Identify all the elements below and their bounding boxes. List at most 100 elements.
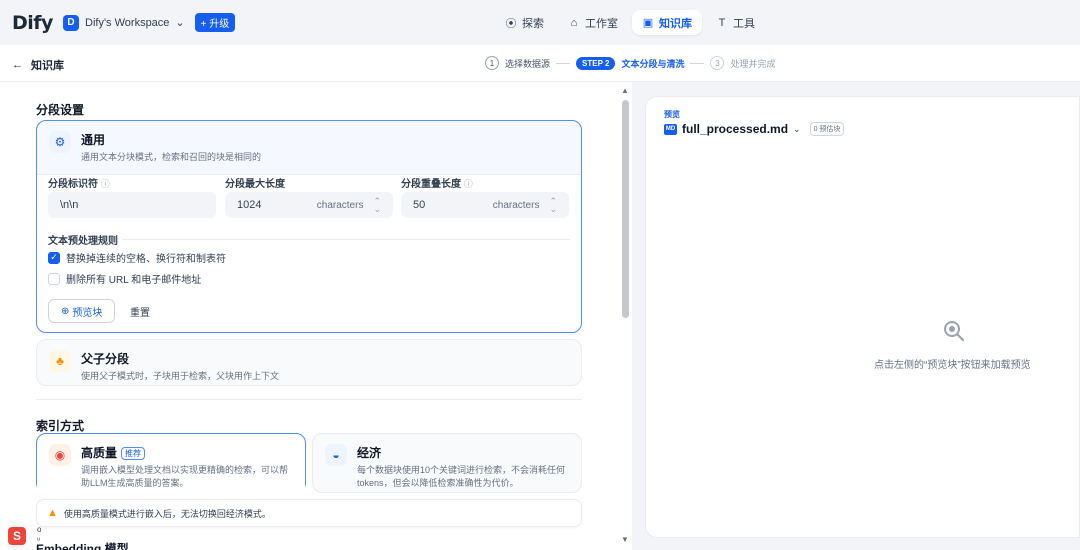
info-icon: ⓘ: [100, 179, 110, 189]
separator-input[interactable]: \n\n: [48, 192, 216, 218]
target-icon: ◉: [49, 444, 71, 466]
warning-text: 使用高质量模式进行嵌入后，无法切换回经济模式。: [63, 508, 271, 519]
preview-label: 预览: [664, 110, 680, 119]
settings-panel: 分段设置 ⚙ 通用 通用文本分块模式，检索和召回的块是相同的 分段标识符 ⓘ 分…: [0, 82, 632, 550]
empty-preview-text: 点击左侧的“预览块”按钮来加载预览: [874, 360, 1031, 371]
overlap-input[interactable]: 50 characters ⌃ ⌄: [401, 192, 569, 218]
nav-studio[interactable]: ⌂ 工作室: [558, 10, 628, 35]
reset-button[interactable]: 重置: [118, 299, 162, 323]
file-name: full_processed.md: [682, 122, 789, 136]
dify-logo[interactable]: Dify: [12, 12, 53, 34]
stepper-chevrons-icon[interactable]: ⌃ ⌄: [549, 197, 557, 214]
economy-title: 经济: [357, 446, 382, 460]
arrow-left-icon: ←: [12, 59, 23, 71]
book-icon: ▣: [642, 17, 654, 29]
step-divider: [556, 62, 571, 64]
separator-label: 分段标识符 ⓘ: [48, 179, 110, 190]
rules-divider: [122, 239, 570, 240]
rule-remove-urls[interactable]: 删除所有 URL 和电子邮件地址: [48, 271, 201, 286]
separator-value: \n\n: [60, 199, 79, 211]
scroll-up-arrow-icon[interactable]: ▲: [621, 86, 629, 95]
search-preview-icon: [944, 321, 965, 342]
rule-label: 删除所有 URL 和电子邮件地址: [66, 275, 202, 286]
recommend-tag: 推荐: [121, 447, 146, 460]
search-icon: ⊕: [61, 305, 70, 317]
nav-knowledge-label: 知识库: [659, 17, 692, 30]
app-s-icon[interactable]: S: [8, 527, 26, 545]
nav-explore[interactable]: ⦿ 探索: [495, 10, 554, 35]
index-warning: ▲ 使用高质量模式进行嵌入后，无法切换回经济模式。: [36, 499, 582, 527]
rules-title: 文本预处理规则: [48, 236, 118, 247]
general-mode-desc: 通用文本分块模式，检索和召回的块是相同的: [81, 152, 262, 162]
general-mode-header: ⚙ 通用 通用文本分块模式，检索和召回的块是相同的: [37, 121, 581, 175]
step-1-number: 1: [485, 56, 499, 70]
sub-header: ← 知识库 1 选择数据源 STEP 2 文本分段与清洗 3 处理并完成: [0, 45, 1080, 82]
max-length-label: 分段最大长度: [225, 179, 285, 190]
step-3-number: 3: [710, 56, 725, 70]
stepper-chevrons-icon[interactable]: ⌃ ⌄: [373, 197, 381, 214]
workspace-name: Dify's Workspace: [85, 16, 170, 29]
warning-icon: ▲: [47, 507, 58, 519]
step-3-label: 处理并完成: [730, 58, 776, 69]
compass-icon: ⦿: [505, 17, 517, 30]
general-mode-title: 通用: [81, 133, 106, 147]
section-divider: [36, 399, 582, 400]
scrollbar-thumb[interactable]: [622, 100, 629, 318]
unit-label: characters: [492, 199, 540, 211]
nav-tools-label: 工具: [733, 17, 755, 30]
step-divider: [690, 62, 705, 64]
parent-child-desc: 使用父子模式时，子块用于检索，父块用作上下文: [81, 371, 280, 381]
preview-chunks-button[interactable]: ⊕ 预览块: [48, 299, 116, 323]
back-label: 知识库: [31, 60, 64, 72]
index-section-title: 索引方式: [36, 419, 85, 433]
chunk-count-badge: 0 预估块: [809, 122, 845, 136]
main-nav: ⦿ 探索 ⌂ 工作室 ▣ 知识库 T 工具: [495, 10, 765, 35]
chevron-down-icon: ⌄: [793, 123, 801, 134]
overlay-glyph-icon: oᵤ: [37, 525, 42, 542]
nav-tools[interactable]: T 工具: [706, 10, 765, 35]
overlap-label: 分段重叠长度 ⓘ: [401, 179, 473, 190]
nav-knowledge[interactable]: ▣ 知识库: [632, 10, 702, 35]
step-2-label: 文本分段与清洗: [621, 58, 685, 69]
economy-card[interactable]: ◒ 经济 每个数据块使用10个关键词进行检索，不会消耗任何tokens，但会以降…: [312, 433, 582, 493]
economy-desc: 每个数据块使用10个关键词进行检索，不会消耗任何tokens，但会以降低检索准确…: [357, 465, 566, 488]
preview-chunks-label: 预览块: [72, 307, 103, 319]
nav-studio-label: 工作室: [585, 17, 618, 30]
tool-icon: T: [718, 16, 726, 29]
parent-child-mode-card[interactable]: ♣ 父子分段 使用父子模式时，子块用于检索，父块用作上下文: [36, 339, 582, 386]
piggy-bank-icon: ◒: [325, 444, 347, 466]
parent-child-title: 父子分段: [81, 352, 130, 366]
high-quality-title: 高质量 推荐: [81, 444, 293, 461]
workspace-switcher[interactable]: D Dify's Workspace ⌄ + 升级: [63, 13, 236, 32]
upgrade-button[interactable]: + 升级: [194, 13, 236, 32]
high-quality-header: ◉ 高质量 推荐 调用嵌入模型处理文档以实现更精确的检索，可以帮助LLM生成高质量…: [37, 434, 305, 500]
workspace-avatar: D: [63, 14, 79, 31]
embedding-model-title: Embedding 模型: [36, 542, 129, 550]
rule-label: 替换掉连续的空格、换行符和制表符: [66, 254, 226, 265]
markdown-file-icon: MD: [664, 123, 677, 135]
unit-label: characters: [316, 199, 364, 211]
segmentation-section-title: 分段设置: [36, 103, 85, 117]
checkbox-checked-icon[interactable]: ✓: [48, 251, 60, 264]
top-navbar: Dify D Dify's Workspace ⌄ + 升级 ⦿ 探索 ⌂ 工作…: [0, 0, 1080, 45]
economy-header: ◒ 经济 每个数据块使用10个关键词进行检索，不会消耗任何tokens，但会以降…: [313, 434, 581, 500]
rule-replace-spaces[interactable]: ✓ 替换掉连续的空格、换行符和制表符: [48, 250, 226, 265]
scroll-down-arrow-icon[interactable]: ▼: [621, 535, 629, 544]
chevron-down-icon: ⌄: [175, 17, 185, 29]
nav-explore-label: 探索: [522, 17, 544, 30]
gear-icon: ⚙: [49, 131, 71, 153]
max-length-input[interactable]: 1024 characters ⌃ ⌄: [225, 192, 393, 218]
parent-child-header: ♣ 父子分段 使用父子模式时，子块用于检索，父块用作上下文: [37, 340, 581, 393]
parent-child-icon: ♣: [49, 350, 71, 372]
overlap-value: 50: [413, 199, 426, 211]
studio-icon: ⌂: [570, 16, 578, 29]
max-length-value: 1024: [237, 199, 262, 211]
high-quality-card[interactable]: ◉ 高质量 推荐 调用嵌入模型处理文档以实现更精确的检索，可以帮助LLM生成高质量…: [36, 433, 306, 500]
stepper: 1 选择数据源 STEP 2 文本分段与清洗 3 处理并完成: [485, 56, 775, 70]
back-button[interactable]: ← 知识库: [12, 57, 64, 73]
info-icon: ⓘ: [463, 179, 473, 189]
preview-panel: 预览 MD full_processed.md ⌄ 0 预估块 点击左侧的“预览…: [645, 96, 1080, 538]
file-selector[interactable]: MD full_processed.md ⌄ 0 预估块: [664, 122, 845, 136]
step-2-badge: STEP 2: [576, 56, 616, 70]
checkbox-icon[interactable]: [48, 272, 60, 285]
